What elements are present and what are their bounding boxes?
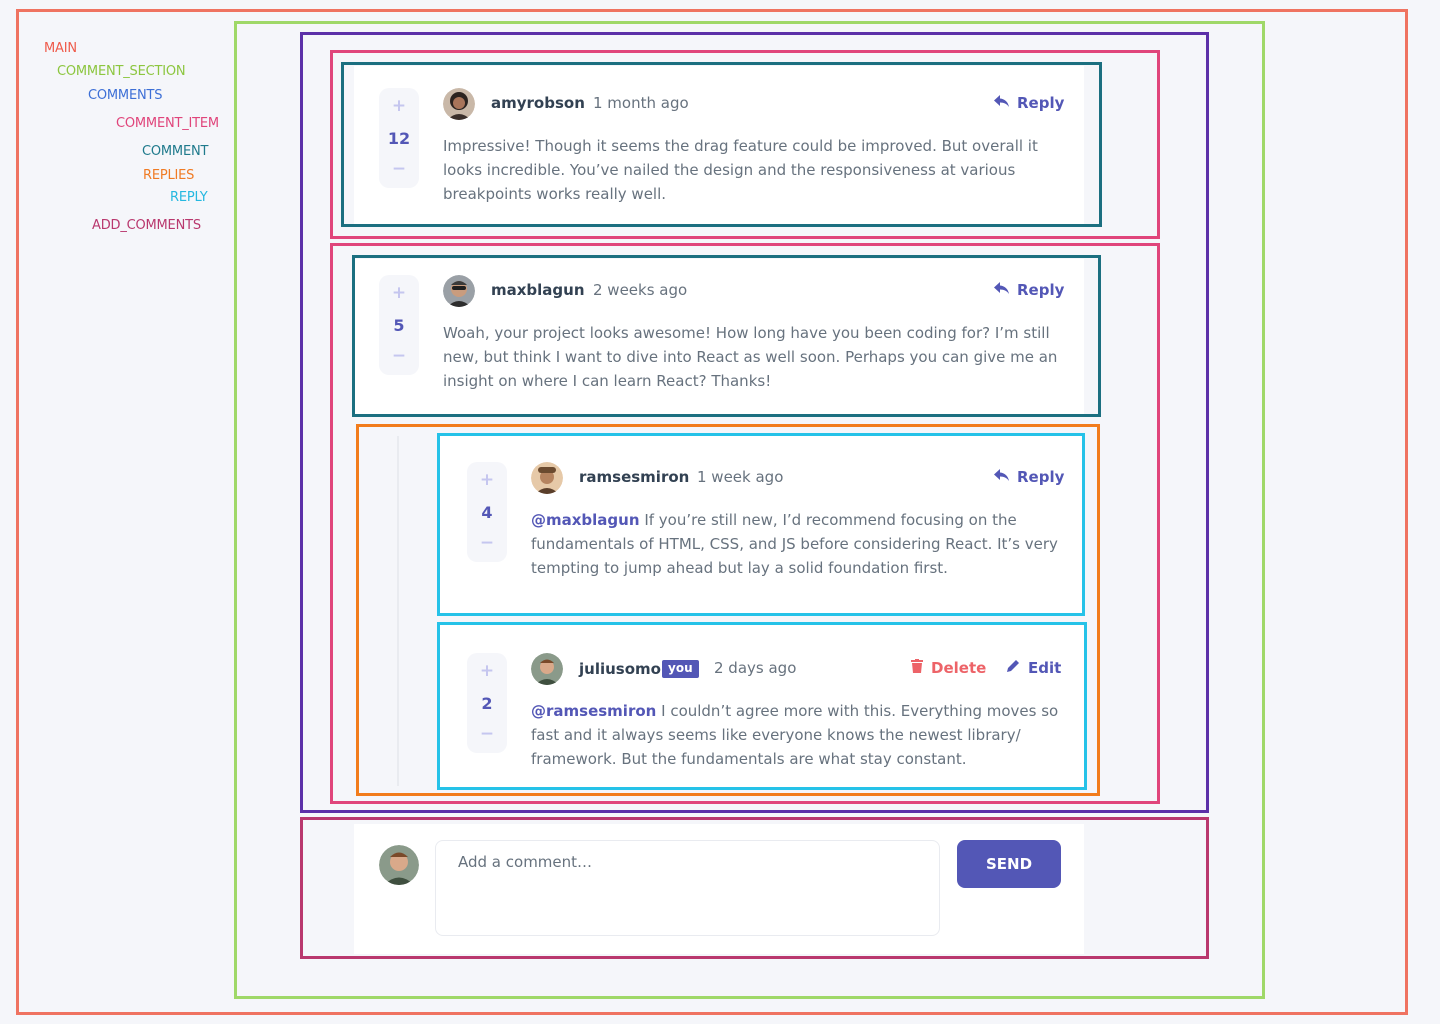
- legend-comment-section: COMMENT_SECTION: [57, 64, 186, 79]
- legend-replies: REPLIES: [143, 168, 195, 183]
- legend-main: MAIN: [44, 41, 77, 56]
- legend-comment: COMMENT: [142, 144, 209, 159]
- avatar: [379, 845, 419, 885]
- legend-comment-item: COMMENT_ITEM: [116, 116, 219, 131]
- comment-input[interactable]: [435, 840, 940, 936]
- comment-frame: [341, 62, 1102, 227]
- send-button[interactable]: SEND: [957, 840, 1061, 888]
- comment-frame: [352, 255, 1101, 417]
- legend-add-comments: ADD_COMMENTS: [92, 218, 201, 233]
- replies-frame: [356, 424, 1100, 796]
- legend-reply: REPLY: [170, 190, 208, 205]
- legend-comments: COMMENTS: [88, 88, 163, 103]
